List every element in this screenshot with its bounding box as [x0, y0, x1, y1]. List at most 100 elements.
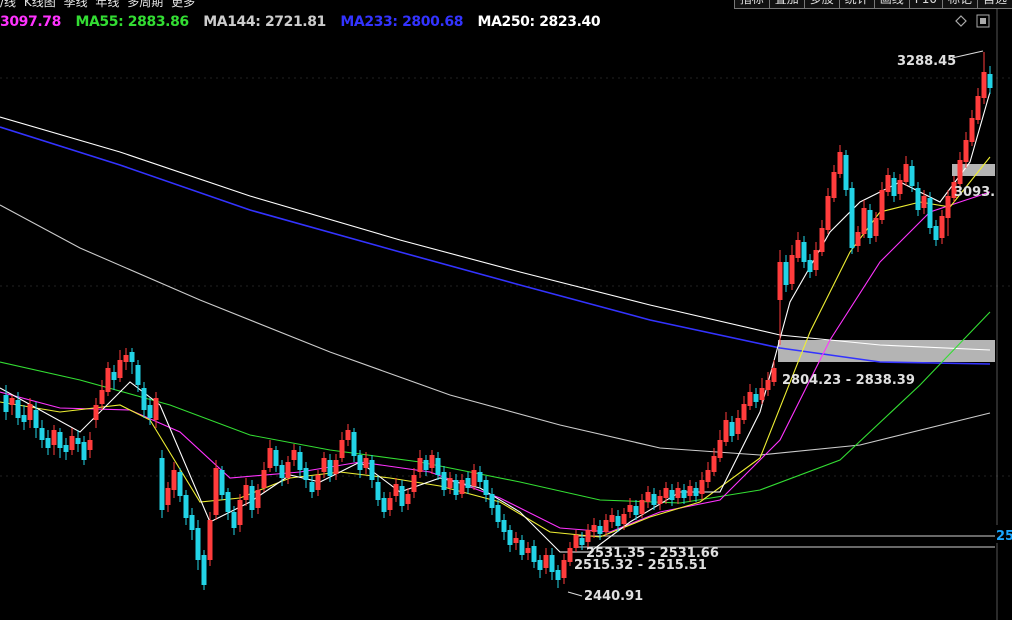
candle-up — [213, 468, 219, 515]
candle-down — [555, 570, 561, 580]
candle-up — [825, 196, 831, 230]
candle-up — [765, 380, 771, 390]
period-tab[interactable]: K线图 — [24, 0, 56, 9]
draw-line-button[interactable]: 画线 — [873, 0, 909, 9]
candle-down — [159, 458, 165, 510]
period-tab[interactable]: 多周期 — [127, 0, 163, 9]
candle-up — [741, 404, 747, 420]
restore-window-icon[interactable] — [976, 14, 990, 28]
candle-down — [201, 555, 207, 585]
candle-up — [87, 440, 93, 450]
candle-up — [267, 448, 273, 468]
zone-low-label-2: 2515.32 - 2515.51 — [574, 558, 707, 573]
period-tab[interactable]: 季线 — [64, 0, 88, 9]
candle-up — [819, 228, 825, 252]
candle-up — [573, 535, 579, 548]
candle-up — [939, 216, 945, 238]
candle-down — [357, 455, 363, 470]
candle-down — [843, 155, 849, 190]
candle-up — [243, 485, 249, 500]
candle-down — [801, 242, 807, 262]
candle-down — [309, 482, 315, 492]
candle-down — [933, 226, 939, 240]
candle-up — [117, 360, 123, 378]
indicator-button[interactable]: 指标 — [733, 0, 769, 9]
candle-up — [321, 458, 327, 472]
candle-up — [513, 538, 519, 543]
candle-down — [327, 460, 333, 476]
diamond-icon[interactable] — [954, 14, 968, 28]
candle-down — [39, 428, 45, 440]
candle-down — [399, 486, 405, 506]
zone-right-label: 3093. — [954, 185, 995, 200]
candle-up — [567, 548, 573, 562]
candle-down — [549, 555, 555, 572]
ma-legend-item: MA2332800.68 — [340, 14, 463, 30]
ma-legend-item: MA552883.86 — [75, 14, 189, 30]
candle-up — [291, 450, 297, 460]
candle-up — [471, 470, 477, 486]
low-arrow — [567, 591, 583, 597]
candle-up — [93, 405, 99, 420]
candle-up — [675, 488, 681, 498]
candle-down — [483, 480, 489, 495]
candle-up — [315, 475, 321, 490]
candle-down — [987, 74, 993, 88]
candle-up — [705, 470, 711, 482]
watchlist-button[interactable]: 自选 — [976, 0, 1012, 9]
candle-down — [681, 490, 687, 498]
candle-up — [585, 530, 591, 542]
candle-down — [21, 415, 27, 422]
ma-legend-item: 3097.78 — [0, 14, 61, 30]
candle-up — [393, 484, 399, 496]
candle-down — [225, 492, 231, 512]
candle-up — [735, 418, 741, 434]
candle-up — [207, 520, 213, 560]
period-tab[interactable]: 年线 — [95, 0, 119, 9]
candle-down — [279, 465, 285, 478]
candle-down — [669, 490, 675, 500]
f10-button[interactable]: F10 — [908, 0, 942, 9]
candle-up — [723, 420, 729, 442]
period-tab[interactable]: 更多 — [171, 0, 195, 9]
toolbar: /线 K线图 季线 年线 多周期 更多 指标 叠加 多股 统计 画线 F10 标… — [0, 0, 1012, 10]
candle-up — [429, 455, 435, 468]
candle-down — [189, 515, 195, 530]
candlestick-chart[interactable]: 3288.45 3093. 2804.23 - 2838.39 2531.35 … — [0, 0, 1012, 620]
candle-up — [261, 470, 267, 488]
zone-mid-label: 2804.23 - 2838.39 — [782, 373, 915, 388]
candle-up — [363, 458, 369, 468]
candle-up — [747, 392, 753, 406]
candle-down — [81, 442, 87, 460]
candle-down — [615, 516, 621, 526]
candle-down — [75, 438, 81, 444]
candle-down — [867, 210, 873, 238]
zone-mid — [778, 340, 995, 362]
candle-up — [921, 196, 927, 208]
statistics-button[interactable]: 统计 — [838, 0, 874, 9]
candle-down — [501, 520, 507, 532]
candle-up — [795, 240, 801, 258]
ma250-line — [0, 116, 991, 351]
candle-up — [861, 208, 867, 234]
candle-down — [111, 372, 117, 380]
candles — [3, 52, 993, 590]
price-tag: 25 — [996, 529, 1012, 544]
candle-down — [537, 560, 543, 570]
candle-down — [453, 480, 459, 495]
candle-up — [711, 456, 717, 472]
candle-down — [231, 512, 237, 528]
mark-button[interactable]: 标记 — [941, 0, 977, 9]
candle-up — [897, 180, 903, 194]
candle-up — [591, 525, 597, 532]
candle-up — [459, 480, 465, 494]
ma-legend-item: MA1442721.81 — [203, 14, 326, 30]
candle-up — [777, 262, 783, 300]
overlay-button[interactable]: 叠加 — [768, 0, 804, 9]
period-tab[interactable]: /线 — [0, 0, 16, 9]
ma-legend: 3097.78 MA552883.86 MA1442721.81 MA23328… — [0, 14, 610, 30]
candle-up — [699, 480, 705, 494]
candle-down — [45, 438, 51, 448]
multi-stock-button[interactable]: 多股 — [803, 0, 839, 9]
candle-down — [381, 498, 387, 512]
